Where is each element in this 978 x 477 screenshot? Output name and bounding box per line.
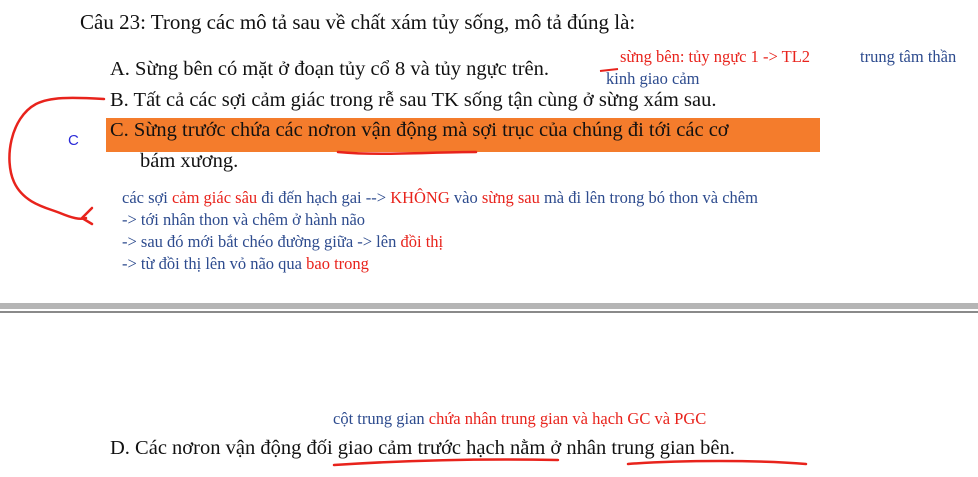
- pen-annotations: [8, 68, 808, 467]
- pen-underline-d-right: [626, 459, 808, 466]
- pen-arrow-curve: [8, 96, 106, 221]
- pen-underline-c: [336, 150, 478, 156]
- pen-underline-d-left: [332, 458, 560, 467]
- pen-arrow-head: [80, 206, 94, 226]
- pen-dash-a: [599, 68, 619, 72]
